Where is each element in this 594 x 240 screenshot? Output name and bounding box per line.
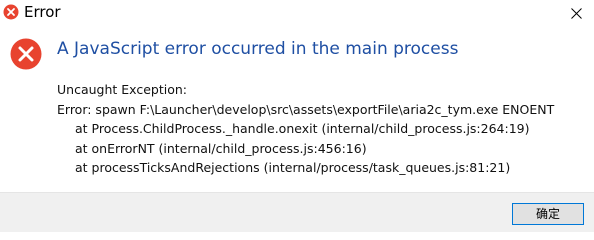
ok-button[interactable]: 确定: [512, 203, 584, 225]
title-bar: Error: [0, 0, 594, 26]
close-button[interactable]: [558, 0, 594, 26]
error-details: Uncaught Exception: Error: spawn F:\Laun…: [57, 80, 554, 178]
error-icon: [3, 4, 19, 20]
error-icon: [10, 38, 42, 70]
error-heading: A JavaScript error occurred in the main …: [57, 39, 459, 59]
stack-frame: at processTicksAndRejections (internal/p…: [75, 160, 511, 175]
error-message: Error: spawn F:\Launcher\develop\src\ass…: [57, 101, 555, 117]
dialog-footer: 确定: [0, 192, 594, 232]
error-dialog-window: Error A JavaScript error occurred in the…: [0, 0, 594, 232]
close-icon: [570, 7, 582, 19]
window-title: Error: [24, 3, 61, 21]
stack-frame: at onErrorNT (internal/child_process.js:…: [75, 140, 367, 156]
exception-label: Uncaught Exception:: [57, 82, 187, 97]
stack-frame: at Process.ChildProcess._handle.onexit (…: [75, 121, 530, 136]
